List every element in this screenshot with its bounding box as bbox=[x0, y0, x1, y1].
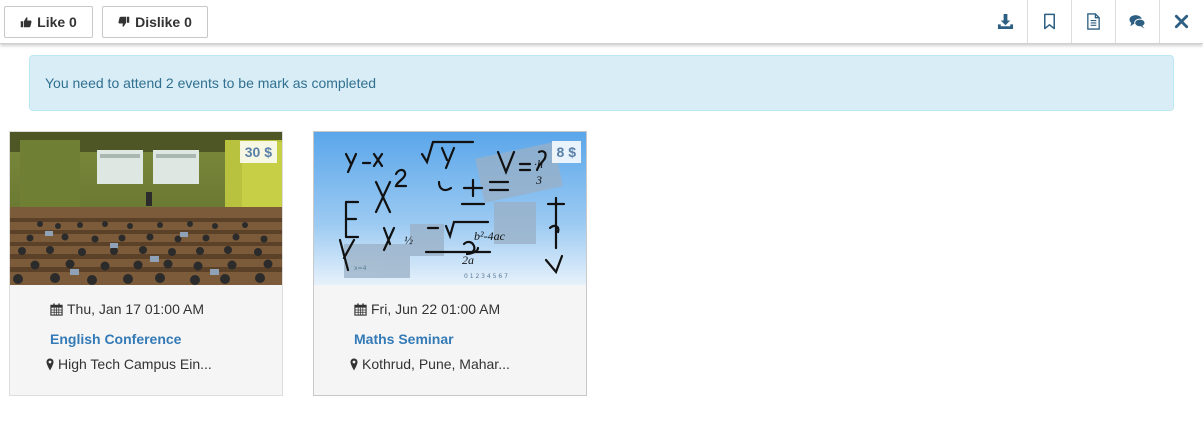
svg-text:0 1 2 3 4 5 6 7: 0 1 2 3 4 5 6 7 bbox=[464, 273, 508, 280]
event-image: ·h 3 b²-4ac 2a ½ 0 1 2 3 4 5 6 7 x=4 8 $ bbox=[314, 132, 586, 285]
like-label: Like 0 bbox=[37, 14, 77, 30]
bookmark-icon bbox=[1044, 13, 1055, 30]
event-price: 30 $ bbox=[239, 141, 277, 163]
svg-text:b²-4ac: b²-4ac bbox=[474, 229, 506, 243]
comments-icon bbox=[1129, 15, 1146, 29]
event-card[interactable]: 30 $ Thu, Jan 17 01:00 AM English Confer… bbox=[9, 131, 283, 396]
download-button[interactable] bbox=[983, 0, 1027, 43]
event-title-link[interactable]: Maths Seminar bbox=[354, 331, 454, 347]
event-card[interactable]: ·h 3 b²-4ac 2a ½ 0 1 2 3 4 5 6 7 x=4 8 $… bbox=[313, 131, 587, 396]
document-button[interactable] bbox=[1071, 0, 1115, 43]
completion-alert: You need to attend 2 events to be mark a… bbox=[29, 55, 1174, 111]
alert-message: You need to attend 2 events to be mark a… bbox=[45, 75, 377, 91]
close-icon bbox=[1174, 14, 1189, 29]
map-marker-icon bbox=[46, 358, 54, 370]
top-toolbar: Like 0 Dislike 0 bbox=[0, 0, 1203, 44]
event-date-text: Fri, Jun 22 01:00 AM bbox=[371, 301, 501, 317]
calendar-icon bbox=[354, 302, 367, 316]
download-icon bbox=[997, 13, 1013, 30]
event-location: High Tech Campus Ein... bbox=[46, 356, 212, 372]
calendar-icon bbox=[50, 302, 63, 316]
thumbs-up-icon bbox=[20, 17, 32, 28]
event-location: Kothrud, Pune, Mahar... bbox=[350, 356, 510, 372]
document-icon bbox=[1087, 13, 1100, 30]
like-button[interactable]: Like 0 bbox=[4, 6, 93, 38]
map-marker-icon bbox=[350, 358, 358, 370]
toolbar-actions bbox=[983, 0, 1203, 43]
svg-text:3: 3 bbox=[535, 173, 542, 187]
close-button[interactable] bbox=[1159, 0, 1203, 43]
bookmark-button[interactable] bbox=[1027, 0, 1071, 43]
event-price: 8 $ bbox=[551, 141, 581, 163]
svg-text:½: ½ bbox=[404, 233, 413, 247]
event-location-text: High Tech Campus Ein... bbox=[58, 356, 212, 372]
svg-text:·h: ·h bbox=[534, 157, 543, 171]
dislike-button[interactable]: Dislike 0 bbox=[102, 6, 208, 38]
dislike-label: Dislike 0 bbox=[135, 14, 192, 30]
comments-button[interactable] bbox=[1115, 0, 1159, 43]
event-image: 30 $ bbox=[10, 132, 282, 285]
svg-text:2a: 2a bbox=[462, 253, 474, 267]
thumbs-down-icon bbox=[118, 16, 130, 27]
event-title-link[interactable]: English Conference bbox=[50, 331, 181, 347]
event-date: Thu, Jan 17 01:00 AM bbox=[50, 301, 204, 317]
event-date: Fri, Jun 22 01:00 AM bbox=[354, 301, 500, 317]
event-date-text: Thu, Jan 17 01:00 AM bbox=[67, 301, 204, 317]
event-location-text: Kothrud, Pune, Mahar... bbox=[362, 356, 510, 372]
svg-text:x=4: x=4 bbox=[354, 265, 367, 272]
